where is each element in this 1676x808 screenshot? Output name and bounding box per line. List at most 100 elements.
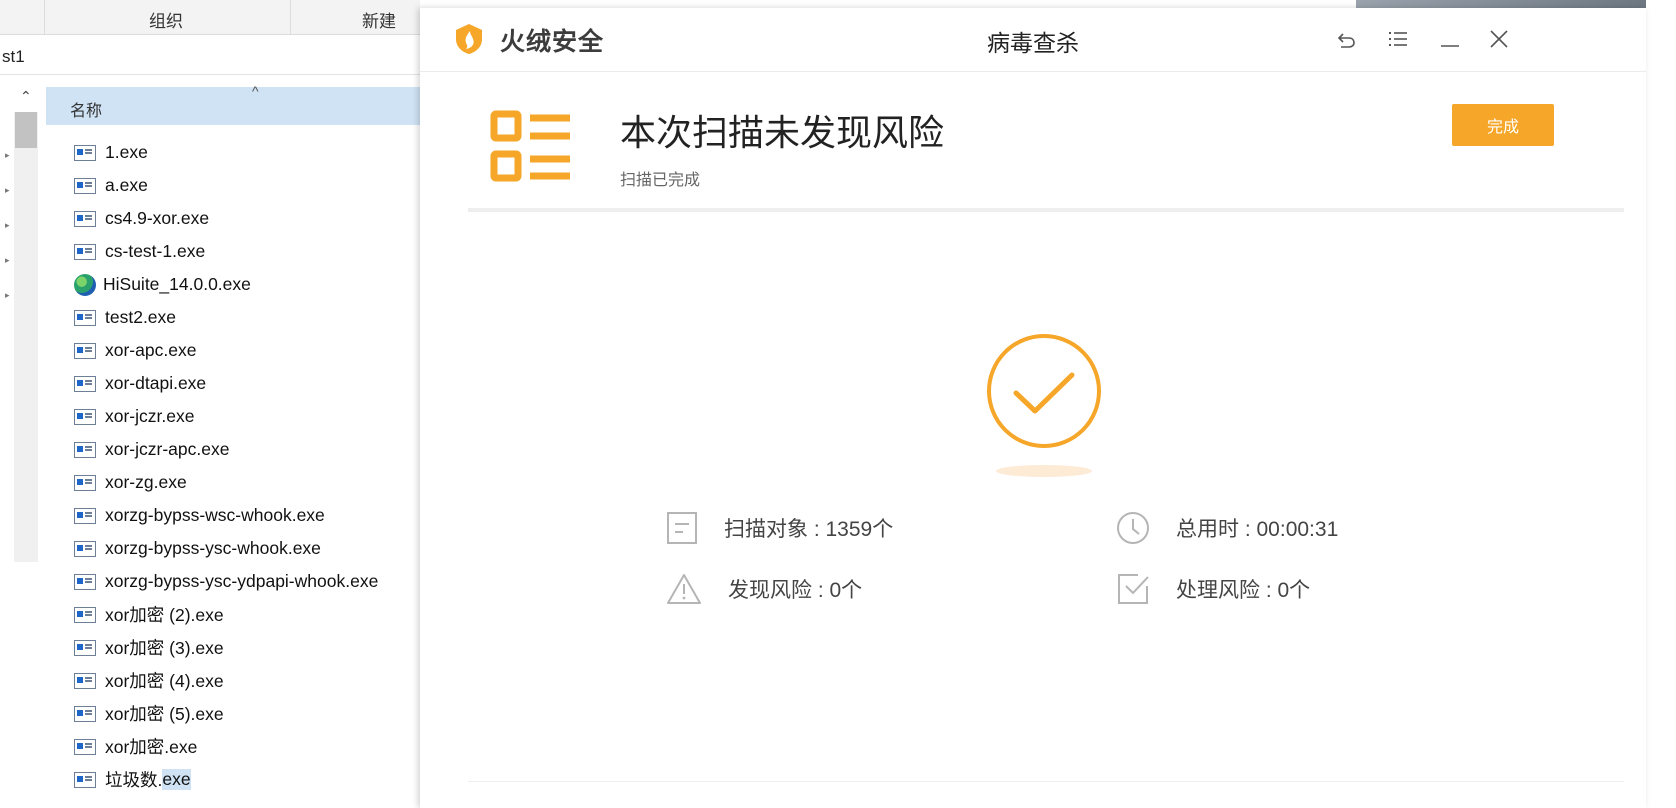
stat-elapsed: 总用时 : 00:00:31 [1116,511,1338,545]
sort-ascending-icon: ^ [252,83,259,99]
exe-icon [74,507,96,524]
file-row[interactable]: xor加密 (3).exe [46,631,420,664]
close-icon[interactable] [1486,26,1512,52]
file-row[interactable]: xor加密.exe [46,730,420,763]
file-name: 1.exe [105,142,148,162]
exe-icon [74,243,96,260]
stat-risks-found-text: 发现风险 : 0个 [728,579,863,602]
clock-icon [1117,512,1149,544]
menu-icon[interactable] [1385,26,1411,52]
file-name: xor-apc.exe [105,340,197,360]
file-row[interactable]: a.exe [46,169,420,202]
file-row[interactable]: xor-jczr-apc.exe [46,433,420,466]
title-bar: 火绒安全 病毒查杀 [420,8,1646,72]
file-name: xor-jczr-apc.exe [105,439,230,459]
file-name: test2.exe [105,307,177,327]
file-name: cs4.9-xor.exe [105,208,210,228]
exe-icon [74,375,96,392]
exe-icon [74,573,96,590]
stat-elapsed-text: 总用时 : 00:00:31 [1176,518,1339,541]
exe-icon [74,705,96,722]
checkbox-icon [1118,574,1149,604]
ribbon-new[interactable]: 新建 [362,7,396,32]
file-row-renaming[interactable]: 垃圾数. exe [46,763,420,796]
nav-scrollbar[interactable] [14,112,38,562]
exe-icon [74,639,96,656]
file-name: a.exe [105,175,148,195]
ribbon-organize[interactable]: 组织 [149,7,183,32]
globe-icon [74,273,96,296]
file-name: HiSuite_14.0.0.exe [103,274,251,294]
file-row[interactable]: xorzg-bypss-ysc-whook.exe [46,532,420,565]
file-name: xor加密 (3).exe [105,638,224,658]
address-bar[interactable]: st1 [0,40,420,75]
exe-icon [74,738,96,755]
header-divider [468,208,1624,212]
nav-expand-icon[interactable]: ▸ [5,255,10,266]
file-row[interactable]: xor-apc.exe [46,334,420,367]
file-row[interactable]: xor加密 (2).exe [46,598,420,631]
file-row[interactable]: test2.exe [46,301,420,334]
address-text: st1 [2,47,25,66]
exe-icon [74,474,96,491]
scan-result-title: 本次扫描未发现风险 [620,112,945,153]
ribbon-divider [44,0,45,34]
file-row[interactable]: xor-zg.exe [46,466,420,499]
nav-expand-icon[interactable]: ▸ [5,220,10,231]
file-name: xor加密 (4).exe [105,671,224,691]
file-row[interactable]: 1.exe [46,136,420,169]
exe-icon [74,342,96,359]
exe-icon [74,309,96,326]
ribbon-divider [290,0,291,34]
column-header-name[interactable]: 名称 ^ [46,83,420,125]
exe-icon [74,408,96,425]
file-list: 1.exe a.exe cs4.9-xor.exe cs-test-1.exe HiSu… [46,136,420,796]
scan-result-subtitle: 扫描已完成 [620,172,701,189]
stat-scanned-text: 扫描对象 : 1359个 [724,518,894,541]
check-circle-icon [987,334,1101,477]
file-row[interactable]: cs4.9-xor.exe [46,202,420,235]
file-name: xorzg-bypss-ysc-ydpapi-whook.exe [105,571,379,591]
file-name-extension-selected[interactable]: exe [162,769,191,790]
file-row[interactable]: xor加密 (5).exe [46,697,420,730]
file-row[interactable]: xor-dtapi.exe [46,367,420,400]
file-row[interactable]: xor加密 (4).exe [46,664,420,697]
file-name: cs-test-1.exe [105,241,206,261]
stat-risks-found: 发现风险 : 0个 [666,572,862,606]
warning-icon [667,574,701,604]
file-name: xor加密.exe [105,737,198,757]
file-name: xor-jczr.exe [105,406,195,426]
footer-divider [468,781,1624,782]
file-explorer-window: 组织 新建 st1 ⌃ ▸ ▸ ▸ ▸ ▸ 名称 ^ 1.exe a.exe cs4… [0,0,420,796]
exe-icon [74,177,96,194]
file-row[interactable]: cs-test-1.exe [46,235,420,268]
file-name: xor-dtapi.exe [105,373,207,393]
explorer-ribbon: 组织 新建 [0,0,420,35]
exe-icon [74,210,96,227]
nav-expand-icon[interactable]: ▸ [5,290,10,301]
exe-icon [74,771,96,788]
nav-scrollbar-thumb[interactable] [15,112,37,148]
file-row[interactable]: HiSuite_14.0.0.exe [46,268,420,301]
exe-icon [74,441,96,458]
file-row[interactable]: xorzg-bypss-wsc-whook.exe [46,499,420,532]
document-icon [667,512,697,544]
stat-scanned: 扫描对象 : 1359个 [666,511,893,545]
file-name: xor加密 (2).exe [105,605,224,625]
nav-expand-icon[interactable]: ▸ [5,150,10,161]
exe-icon [74,144,96,161]
file-row[interactable]: xorzg-bypss-ysc-ydpapi-whook.exe [46,565,420,598]
file-row[interactable]: xor-jczr.exe [46,400,420,433]
exe-icon [74,672,96,689]
file-name: xorzg-bypss-wsc-whook.exe [105,505,325,525]
file-name: xor加密 (5).exe [105,704,224,724]
minimize-icon[interactable] [1437,26,1463,52]
done-button[interactable]: 完成 [1452,104,1554,146]
column-name-label: 名称 [70,103,103,120]
exe-icon [74,606,96,623]
stat-risks-handled-text: 处理风险 : 0个 [1176,579,1311,602]
exe-icon [74,540,96,557]
nav-expand-icon[interactable]: ▸ [5,185,10,196]
scroll-up-icon[interactable]: ⌃ [20,88,32,105]
back-icon[interactable] [1334,26,1360,52]
